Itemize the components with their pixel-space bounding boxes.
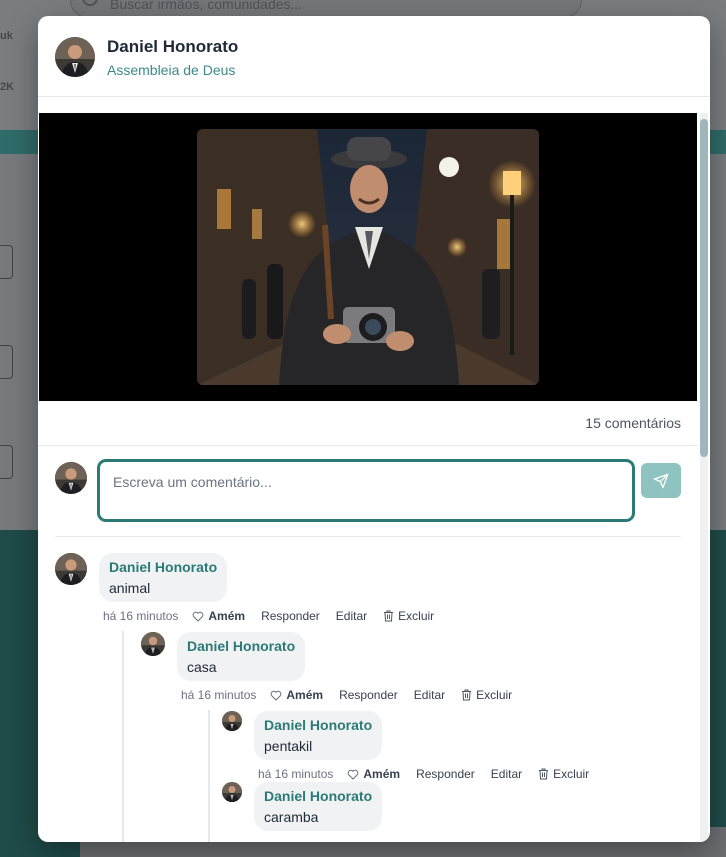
background-side-stat: 2K — [0, 81, 15, 93]
post-content: 15 comentários Daniel Honorato animal há… — [38, 113, 710, 842]
edit-button[interactable]: Editar — [414, 688, 445, 702]
heart-icon — [348, 769, 359, 780]
reply-button[interactable]: Responder — [261, 609, 320, 623]
comment-time: há 16 minutos — [258, 767, 334, 781]
comment-text: caramba — [264, 809, 319, 825]
reply-button[interactable]: Responder — [416, 767, 475, 781]
comment-bubble: Daniel Honorato caramba — [254, 782, 383, 831]
amen-button[interactable]: Amém — [270, 688, 323, 702]
author-name[interactable]: Daniel Honorato — [107, 37, 238, 57]
post-header: Daniel Honorato Assembleia de Deus — [38, 16, 710, 97]
current-user-avatar — [55, 462, 87, 494]
comment-author[interactable]: Daniel Honorato — [187, 638, 295, 654]
amen-button[interactable]: Amém — [192, 609, 245, 623]
post-media — [39, 113, 697, 401]
background-button — [0, 445, 13, 479]
send-comment-button[interactable] — [641, 463, 681, 498]
trash-icon — [539, 768, 549, 780]
comment-bubble: Daniel Honorato pentakil — [254, 711, 383, 760]
delete-label: Excluir — [476, 688, 513, 702]
thread-line — [208, 710, 210, 842]
author-avatar[interactable] — [55, 37, 95, 77]
edit-button[interactable]: Editar — [336, 609, 367, 623]
thread-line — [122, 631, 124, 842]
amen-button[interactable]: Amém — [347, 767, 400, 781]
comment-actions: há 16 minutos Amém Responder Editar Excl… — [103, 609, 434, 623]
comment-author[interactable]: Daniel Honorato — [264, 788, 372, 804]
scrollbar-thumb[interactable] — [700, 119, 708, 457]
comment-text: animal — [109, 580, 151, 596]
trash-icon — [462, 689, 472, 701]
commenter-avatar[interactable] — [55, 553, 87, 585]
amen-label: Amém — [208, 609, 246, 623]
delete-label: Excluir — [553, 767, 590, 781]
background-button — [0, 245, 13, 279]
comment-text: casa — [187, 659, 217, 675]
comment-author[interactable]: Daniel Honorato — [109, 559, 217, 575]
commenter-avatar[interactable] — [222, 711, 242, 731]
comment-bubble: Daniel Honorato casa — [177, 632, 306, 681]
heart-icon — [271, 690, 282, 701]
delete-button[interactable]: Excluir — [383, 609, 434, 623]
post-photo[interactable] — [197, 129, 539, 385]
amen-label: Amém — [286, 688, 324, 702]
comment-text: pentakil — [264, 738, 313, 754]
post-modal: Daniel Honorato Assembleia de Deus 15 co… — [38, 16, 710, 842]
comment-time: há 16 minutos — [103, 609, 179, 623]
commenter-avatar[interactable] — [141, 632, 165, 656]
comment-actions: há 16 minutos Amém Responder Editar Excl… — [181, 688, 512, 702]
comment-author[interactable]: Daniel Honorato — [264, 717, 372, 733]
comment-time: há 16 minutos — [181, 688, 257, 702]
trash-icon — [384, 610, 394, 622]
background-button — [0, 345, 13, 379]
comment-actions: há 16 minutos Amém Responder Editar Excl… — [258, 767, 589, 781]
comment-bubble: Daniel Honorato animal — [99, 553, 228, 602]
delete-button[interactable]: Excluir — [461, 688, 512, 702]
commenter-avatar[interactable] — [222, 782, 242, 802]
heart-icon — [193, 611, 204, 622]
background-search-placeholder: Buscar irmãos, comunidades... — [110, 0, 303, 12]
comments-count[interactable]: 15 comentários — [585, 415, 681, 431]
divider — [55, 536, 681, 537]
delete-button[interactable]: Excluir — [538, 767, 589, 781]
send-icon — [653, 473, 669, 488]
edit-button[interactable]: Editar — [491, 767, 522, 781]
author-church[interactable]: Assembleia de Deus — [107, 62, 235, 78]
delete-label: Excluir — [398, 609, 435, 623]
background-side-label: uk — [0, 30, 13, 42]
comment-input[interactable] — [98, 460, 634, 521]
divider — [38, 445, 698, 446]
reply-button[interactable]: Responder — [339, 688, 398, 702]
amen-label: Amém — [363, 767, 401, 781]
